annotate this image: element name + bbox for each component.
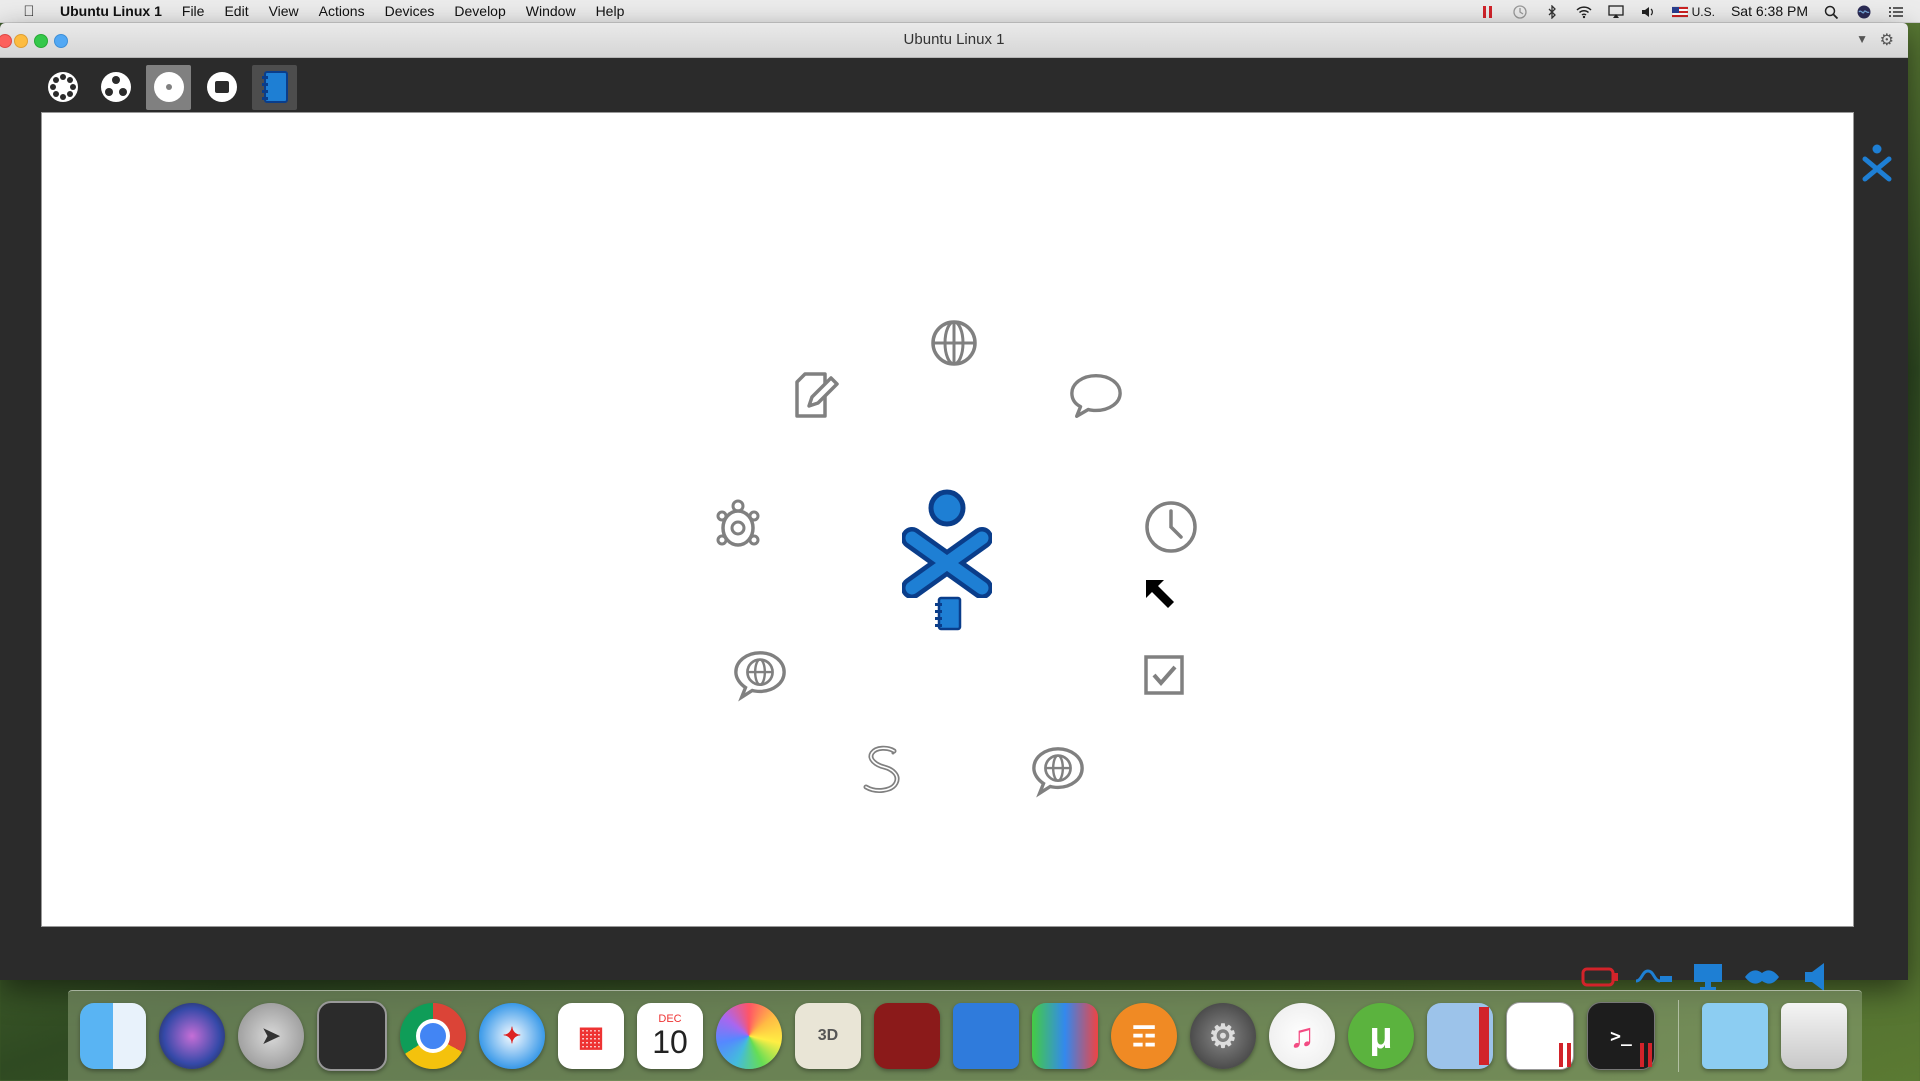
clock-activity-icon[interactable]	[1143, 499, 1199, 555]
menu-file[interactable]: File	[172, 0, 215, 22]
journal-icon	[261, 71, 288, 103]
apple-menu-icon[interactable]: 	[18, 3, 40, 20]
menu-develop[interactable]: Develop	[444, 0, 515, 22]
display-icon[interactable]	[1688, 962, 1728, 992]
launchpad-icon[interactable]: ➤	[238, 1003, 304, 1069]
menu-window[interactable]: Window	[516, 0, 586, 22]
ibooks-icon[interactable]: ☶	[1111, 1003, 1177, 1069]
xo-owner-icon[interactable]	[902, 488, 992, 598]
input-source-label: U.S.	[1691, 4, 1715, 19]
system-preferences-icon[interactable]: ⚙	[1190, 1003, 1256, 1069]
itunes-icon[interactable]: ♫	[1269, 1003, 1335, 1069]
group-icon	[100, 72, 131, 102]
volume-icon[interactable]	[1632, 0, 1664, 22]
safari-icon[interactable]: ✦	[479, 1003, 545, 1069]
input-source[interactable]: U.S.	[1664, 0, 1723, 23]
home-icon	[153, 72, 184, 102]
preview-icon[interactable]: 3D	[795, 1003, 861, 1069]
vm-window: Ubuntu Linux 1 ▼ ⚙	[0, 23, 1908, 991]
app-grid-icon[interactable]: ▦	[558, 1003, 624, 1069]
pippy-snake-activity-icon[interactable]	[854, 743, 910, 799]
vm-thumbnail-icon[interactable]	[1506, 1002, 1574, 1070]
battery-icon[interactable]	[1580, 962, 1620, 992]
keynote-icon[interactable]	[953, 1003, 1019, 1069]
dock-separator	[1678, 1000, 1679, 1072]
utorrent-icon[interactable]: μ	[1348, 1003, 1414, 1069]
speaker-icon[interactable]	[1796, 962, 1836, 992]
menu-view[interactable]: View	[259, 0, 309, 22]
window-title: Ubuntu Linux 1	[903, 31, 1005, 48]
photos-icon[interactable]	[716, 1003, 782, 1069]
photo-booth-icon[interactable]	[874, 1003, 940, 1069]
parallels-pause-icon[interactable]	[1472, 0, 1504, 22]
gear-icon[interactable]: ⚙	[1880, 30, 1894, 50]
journal-button[interactable]	[252, 64, 297, 110]
browse-activity-icon[interactable]	[926, 315, 982, 371]
macos-menubar:  Ubuntu Linux 1 File Edit View Actions …	[0, 0, 1920, 23]
journal-small-icon[interactable]	[933, 596, 963, 632]
home-view-button[interactable]	[146, 64, 191, 110]
sugar-frame-toolbar	[40, 63, 297, 111]
bluetooth-icon[interactable]	[1536, 0, 1568, 22]
spotlight-icon[interactable]	[1816, 0, 1848, 22]
notification-center-icon[interactable]	[1880, 0, 1912, 22]
speak-activity-icon[interactable]	[732, 647, 788, 703]
frame-xo-icon[interactable]	[1860, 143, 1894, 183]
menu-app-name[interactable]: Ubuntu Linux 1	[50, 0, 172, 22]
numbers-icon[interactable]	[1032, 1003, 1098, 1069]
airplay-icon[interactable]	[1600, 0, 1632, 22]
chrome-icon[interactable]	[400, 1003, 466, 1069]
turtle-art-activity-icon[interactable]	[710, 498, 766, 554]
time-machine-icon[interactable]	[1504, 0, 1536, 22]
chat-globe-activity-icon[interactable]	[1030, 743, 1086, 799]
calendar-icon[interactable]: DEC 10	[637, 1003, 703, 1069]
sugar-home-canvas	[41, 112, 1854, 927]
calendar-day: 10	[652, 1024, 688, 1060]
parallels-desktop-icon[interactable]	[1427, 1003, 1493, 1069]
menu-help[interactable]: Help	[586, 0, 635, 22]
neighborhood-view-button[interactable]	[40, 65, 85, 110]
macos-dock: ➤ ✦ ▦ DEC 10 3D ☶ ⚙ ♫ μ >_	[68, 990, 1862, 1081]
group-view-button[interactable]	[93, 65, 138, 110]
menu-devices[interactable]: Devices	[375, 0, 445, 22]
write-activity-icon[interactable]	[787, 367, 843, 423]
finder-icon[interactable]	[80, 1003, 146, 1069]
menu-edit[interactable]: Edit	[214, 0, 258, 22]
mouse-cursor-icon	[1146, 580, 1174, 608]
chat-activity-icon[interactable]	[1068, 367, 1124, 423]
checkbox-activity-icon[interactable]	[1136, 647, 1192, 703]
wifi-icon[interactable]	[1568, 0, 1600, 22]
image-capture-icon[interactable]	[317, 1001, 387, 1071]
applications-folder-icon[interactable]	[1702, 1003, 1768, 1069]
window-titlebar: Ubuntu Linux 1 ▼ ⚙	[0, 23, 1908, 58]
siri-icon[interactable]	[159, 1003, 225, 1069]
activity-icon	[206, 72, 237, 102]
chevron-down-icon[interactable]: ▼	[1856, 32, 1868, 46]
siri-icon[interactable]	[1848, 0, 1880, 22]
terminal-icon[interactable]: >_	[1587, 1002, 1655, 1070]
menu-actions[interactable]: Actions	[309, 0, 375, 22]
network-icon[interactable]	[1634, 962, 1674, 992]
trash-icon[interactable]	[1781, 1003, 1847, 1069]
neighborhood-icon	[47, 72, 78, 102]
activity-view-button[interactable]	[199, 65, 244, 110]
microphone-icon[interactable]	[1742, 962, 1782, 992]
clock[interactable]: Sat 6:38 PM	[1723, 0, 1816, 22]
